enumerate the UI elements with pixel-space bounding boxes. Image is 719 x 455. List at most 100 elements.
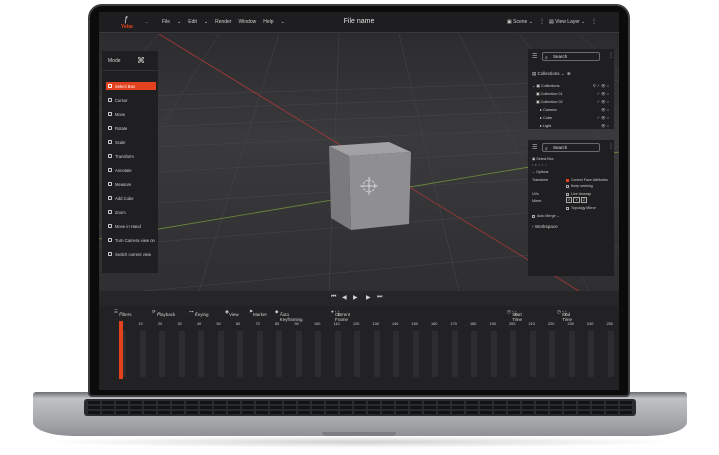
collections-dropdown[interactable]: ▤ Collections ⌄ ⊕ (532, 71, 571, 77)
tree-label: Collection 01 (541, 92, 563, 96)
prev-keyframe-icon[interactable]: ◀ (342, 294, 347, 301)
mirror-x-button[interactable]: X (566, 197, 572, 203)
visibility-icons[interactable]: ✓👁⌂ (597, 91, 610, 96)
mode-grid-icon[interactable]: ⌘ (137, 56, 145, 65)
frame-column[interactable] (198, 331, 204, 377)
tool-add-cube[interactable]: Add Cube (106, 194, 156, 202)
frame-column[interactable] (413, 331, 419, 377)
start-time-field[interactable]: ◷ Start Time ‹ 0 › (507, 309, 516, 315)
more-icon[interactable]: ⋮ (608, 143, 614, 150)
frame-column[interactable] (140, 331, 146, 377)
tool-select-box[interactable]: Select Box (106, 82, 156, 90)
tool-annotate[interactable]: Annotate (106, 166, 156, 174)
outliner-search-input[interactable]: ⌕Search (542, 52, 600, 61)
frame-column[interactable] (159, 331, 165, 377)
frame-column[interactable] (276, 331, 282, 377)
frame-column[interactable] (491, 331, 497, 377)
frame-number: 210 (529, 322, 535, 326)
frame-number: 160 (431, 322, 437, 326)
workspace-section[interactable]: › Workspace (532, 224, 558, 229)
tree-item-collection-01[interactable]: ▣ Collection 01✓👁⌂ (532, 91, 612, 97)
marker-dropdown[interactable]: ⚑ Marker (249, 309, 253, 315)
frame-column[interactable] (296, 331, 302, 377)
tree-label: Camera (543, 108, 557, 112)
frame-number: 240 (587, 322, 593, 326)
keying-dropdown[interactable]: ⊶ Keying ⌄ (189, 309, 199, 315)
filter-icon[interactable]: ☰ (532, 53, 537, 60)
view-dropdown[interactable]: ◉ View (225, 309, 229, 315)
switch-view-icon (108, 252, 112, 256)
more-icon[interactable]: ⋮ (539, 18, 545, 25)
live-unwrap-checkbox[interactable]: Live Unwrap (566, 192, 591, 196)
frame-column[interactable] (452, 331, 458, 377)
more-icon[interactable]: ⋮ (608, 52, 614, 59)
mode-row[interactable]: Mode ⌘ (102, 51, 158, 71)
playhead[interactable] (119, 321, 123, 379)
frame-column[interactable] (608, 331, 614, 377)
play-icon[interactable]: ▶ (353, 294, 358, 301)
jump-end-icon[interactable]: ⏭ (377, 294, 382, 301)
playback-dropdown[interactable]: ⟳ Playback ⌄ (152, 309, 161, 315)
camera-icon (108, 238, 112, 242)
visibility-icons[interactable]: 👁⌂ (601, 107, 610, 112)
frame-column[interactable] (335, 331, 341, 377)
frame-ruler[interactable]: 0102030405060708090100110120130140150160… (115, 322, 615, 377)
options-section[interactable]: ⌄ Options (532, 170, 548, 174)
frame-column[interactable] (257, 331, 263, 377)
topology-mirror-checkbox[interactable]: Topology Mirror (566, 206, 596, 210)
frame-column[interactable] (374, 331, 380, 377)
frame-column[interactable] (569, 331, 575, 377)
tool-cursor[interactable]: Cursor (106, 96, 156, 104)
frame-column[interactable] (179, 331, 185, 377)
filters-dropdown[interactable]: ☰ Filters ⌄ (114, 309, 123, 315)
tool-transform[interactable]: Transform (106, 152, 156, 160)
frame-column[interactable] (530, 331, 536, 377)
visibility-icons[interactable]: ⚲✓👁⌂ (593, 83, 610, 88)
current-frame-field[interactable]: ● Current Frame ‹ 0 › (331, 309, 339, 314)
auto-merge-row[interactable]: Auto Merge ⌄ (532, 214, 560, 218)
tool-move[interactable]: Move (106, 110, 156, 118)
frame-column[interactable] (354, 331, 360, 377)
selection-mode-icons[interactable]: ▫▪▫▫▫ (532, 163, 548, 167)
collections-label: Collections (538, 71, 560, 76)
visibility-icons[interactable]: ✓👁⌂ (597, 115, 610, 120)
frame-column[interactable] (432, 331, 438, 377)
frame-column[interactable] (218, 331, 224, 377)
scene-selector[interactable]: ▣ Scene ⌄ (507, 19, 533, 25)
tool-turn-camera[interactable]: Turn Camera view on (106, 236, 156, 244)
tool-measure[interactable]: Measure (106, 180, 156, 188)
jump-start-icon[interactable]: ⏮ (331, 294, 336, 301)
visibility-icons[interactable]: ✓👁⌂ (597, 99, 610, 104)
view-layer-selector[interactable]: ▤ View Layer ⌄ (549, 19, 585, 25)
frame-column[interactable] (510, 331, 516, 377)
frame-column[interactable] (471, 331, 477, 377)
next-keyframe-icon[interactable]: ▶ (366, 294, 371, 301)
tree-item-collections[interactable]: ⌄ ▣ Collections⚲✓👁⌂ (532, 83, 612, 89)
frame-column[interactable] (393, 331, 399, 377)
tool-rotate[interactable]: Rotate (106, 124, 156, 132)
mirror-z-button[interactable]: Z (581, 197, 587, 203)
end-time-field[interactable]: ◷ End Time ‹ 0 › (557, 309, 566, 315)
tree-item-cube[interactable]: ▸ Cube✓👁⌂ (532, 115, 612, 121)
frame-column[interactable] (237, 331, 243, 377)
auto-keyframing-dropdown[interactable]: ◆ Auto Keyframing ⌄ (275, 309, 284, 315)
visibility-icons[interactable]: 👁⌂ (601, 123, 610, 128)
tool-scale[interactable]: Scale (106, 138, 156, 146)
tree-item-light[interactable]: ▸ Light👁⌂ (532, 123, 612, 129)
scale-icon (108, 140, 112, 144)
tool-zoom[interactable]: Zoom (106, 208, 156, 216)
tool-move-in-hand[interactable]: Move in Hand (106, 222, 156, 230)
frame-column[interactable] (315, 331, 321, 377)
keep-seeking-checkbox[interactable]: Keep seeking (566, 184, 593, 188)
tool-switch-view[interactable]: Switch current view (106, 250, 156, 258)
filter-icon[interactable]: ☰ (532, 144, 537, 151)
properties-search-input[interactable]: ⌕Search (542, 143, 600, 152)
tree-item-camera[interactable]: ▸ Camera👁⌂ (532, 107, 612, 113)
mirror-axis-buttons[interactable]: X Y Z (566, 198, 587, 202)
mirror-y-button[interactable]: Y (573, 197, 579, 203)
tree-item-collection-02[interactable]: ▣ Collection 02✓👁⌂ (532, 99, 612, 105)
correct-face-checkbox[interactable]: Correct Face Attributes (566, 178, 608, 182)
more-icon[interactable]: ⋮ (591, 18, 597, 25)
frame-column[interactable] (588, 331, 594, 377)
frame-column[interactable] (549, 331, 555, 377)
